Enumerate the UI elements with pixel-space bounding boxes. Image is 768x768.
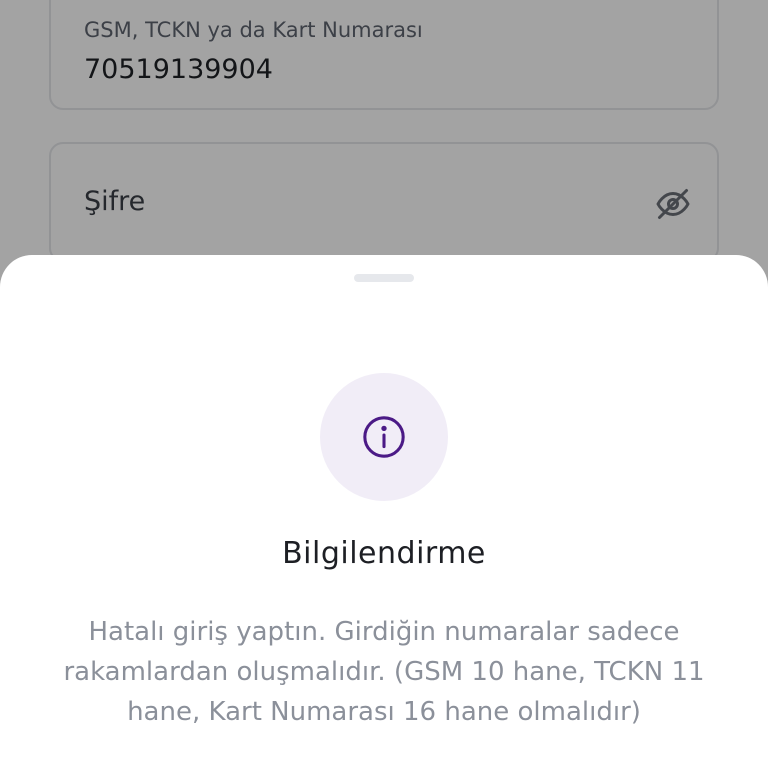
info-icon-container xyxy=(320,373,448,501)
sheet-drag-handle[interactable] xyxy=(354,274,414,282)
sheet-title: Bilgilendirme xyxy=(282,536,486,571)
sheet-message: Hatalı giriş yaptın. Girdiğin numaralar … xyxy=(63,617,705,727)
info-icon xyxy=(363,416,405,458)
screen: GSM, TCKN ya da Kart Numarası 7051913990… xyxy=(0,0,768,768)
bottom-sheet: Bilgilendirme Hatalı giriş yaptın. Girdi… xyxy=(0,255,768,768)
